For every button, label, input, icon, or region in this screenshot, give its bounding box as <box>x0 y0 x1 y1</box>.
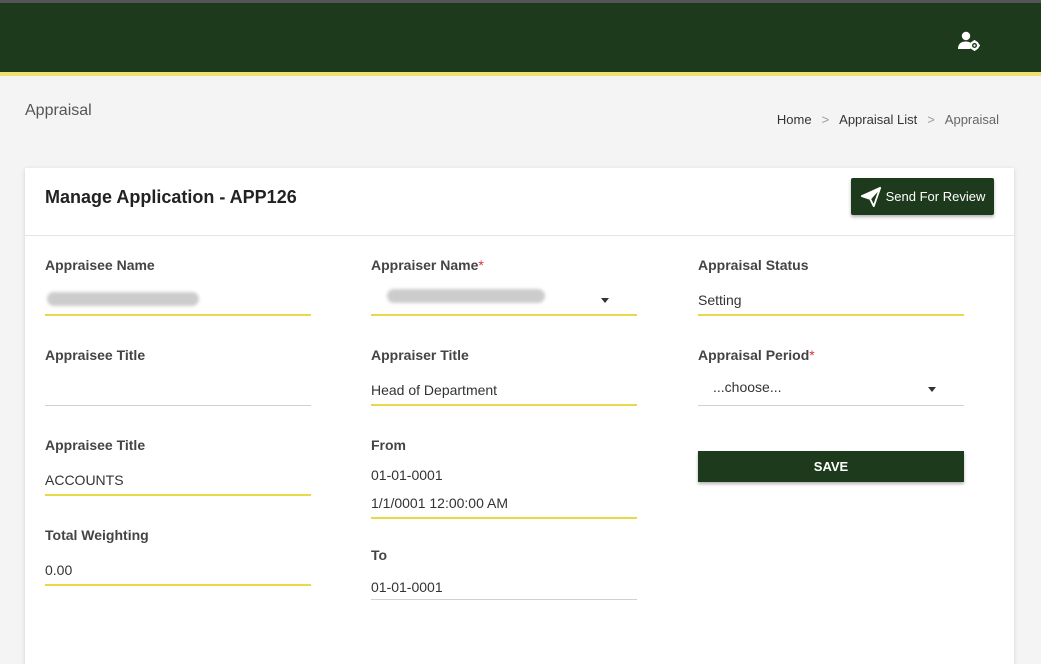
appraiser-title-field: Appraiser Title Head of Department <box>371 347 637 406</box>
from-label: From <box>371 437 406 453</box>
appraiser-name-select[interactable] <box>371 285 637 316</box>
appraisal-period-field: Appraisal Period* ...choose... <box>698 347 964 406</box>
send-for-review-button[interactable]: Send For Review <box>851 178 994 215</box>
breadcrumb-appraisal-list[interactable]: Appraisal List <box>839 112 917 127</box>
breadcrumb-current: Appraisal <box>944 112 999 127</box>
appraisee-name-input[interactable] <box>45 285 311 316</box>
appraisee-title-2-field: Appraisee Title ACCOUNTS <box>45 437 311 496</box>
to-label: To <box>371 547 388 563</box>
appraisal-status-label: Appraisal Status <box>698 257 809 273</box>
breadcrumb-separator: > <box>927 112 935 127</box>
breadcrumb-home[interactable]: Home <box>777 112 812 127</box>
application-card: Manage Application - APP126 Send For Rev… <box>25 168 1014 664</box>
from-date[interactable]: 01-01-0001 <box>371 465 637 493</box>
from-field: From 01-01-0001 1/1/0001 12:00:00 AM <box>371 437 637 519</box>
appraisee-title-2-label: Appraisee Title <box>45 437 146 453</box>
appraisee-name-label: Appraisee Name <box>45 257 155 273</box>
appraisee-title-label: Appraisee Title <box>45 347 146 363</box>
to-field: To 01-01-0001 <box>371 547 637 600</box>
appraiser-title-input[interactable]: Head of Department <box>371 375 637 406</box>
total-weighting-field: Total Weighting 0.00 <box>45 527 311 586</box>
chevron-down-icon <box>601 298 609 303</box>
appraiser-title-label: Appraiser Title <box>371 347 469 363</box>
appraisal-status-field: Appraisal Status Setting <box>698 257 964 316</box>
chevron-down-icon <box>928 387 936 392</box>
appraisal-period-label: Appraisal Period* <box>698 347 815 363</box>
card-title: Manage Application - APP126 <box>45 187 297 207</box>
total-weighting-input[interactable]: 0.00 <box>45 555 311 586</box>
appraiser-name-label: Appraiser Name* <box>371 257 484 273</box>
appraisee-title-field: Appraisee Title <box>45 347 311 406</box>
appraisee-title-input[interactable] <box>45 375 311 406</box>
breadcrumb: Home > Appraisal List > Appraisal <box>777 112 999 127</box>
appraiser-name-field: Appraiser Name* <box>371 257 637 316</box>
card-header: Manage Application - APP126 Send For Rev… <box>25 168 1014 236</box>
redacted-value <box>387 289 545 303</box>
send-for-review-label: Send For Review <box>885 189 986 204</box>
user-gear-icon[interactable] <box>957 29 981 53</box>
page-header: Appraisal Home > Appraisal List > Apprai… <box>0 76 1041 166</box>
top-navbar <box>0 0 1041 76</box>
appraisee-title-2-input[interactable]: ACCOUNTS <box>45 465 311 496</box>
appraisal-status-input[interactable]: Setting <box>698 285 964 316</box>
total-weighting-label: Total Weighting <box>45 527 149 543</box>
appraisal-period-select[interactable]: ...choose... <box>698 375 964 406</box>
save-button[interactable]: SAVE <box>698 451 964 482</box>
to-date[interactable]: 01-01-0001 <box>371 575 637 600</box>
breadcrumb-separator: > <box>821 112 830 127</box>
redacted-value <box>47 292 199 306</box>
page-title: Appraisal <box>25 102 92 119</box>
paper-plane-icon <box>860 186 881 207</box>
from-datetime[interactable]: 1/1/0001 12:00:00 AM <box>371 493 637 519</box>
appraisee-name-field: Appraisee Name <box>45 257 311 316</box>
appraisal-period-value: ...choose... <box>713 379 782 395</box>
